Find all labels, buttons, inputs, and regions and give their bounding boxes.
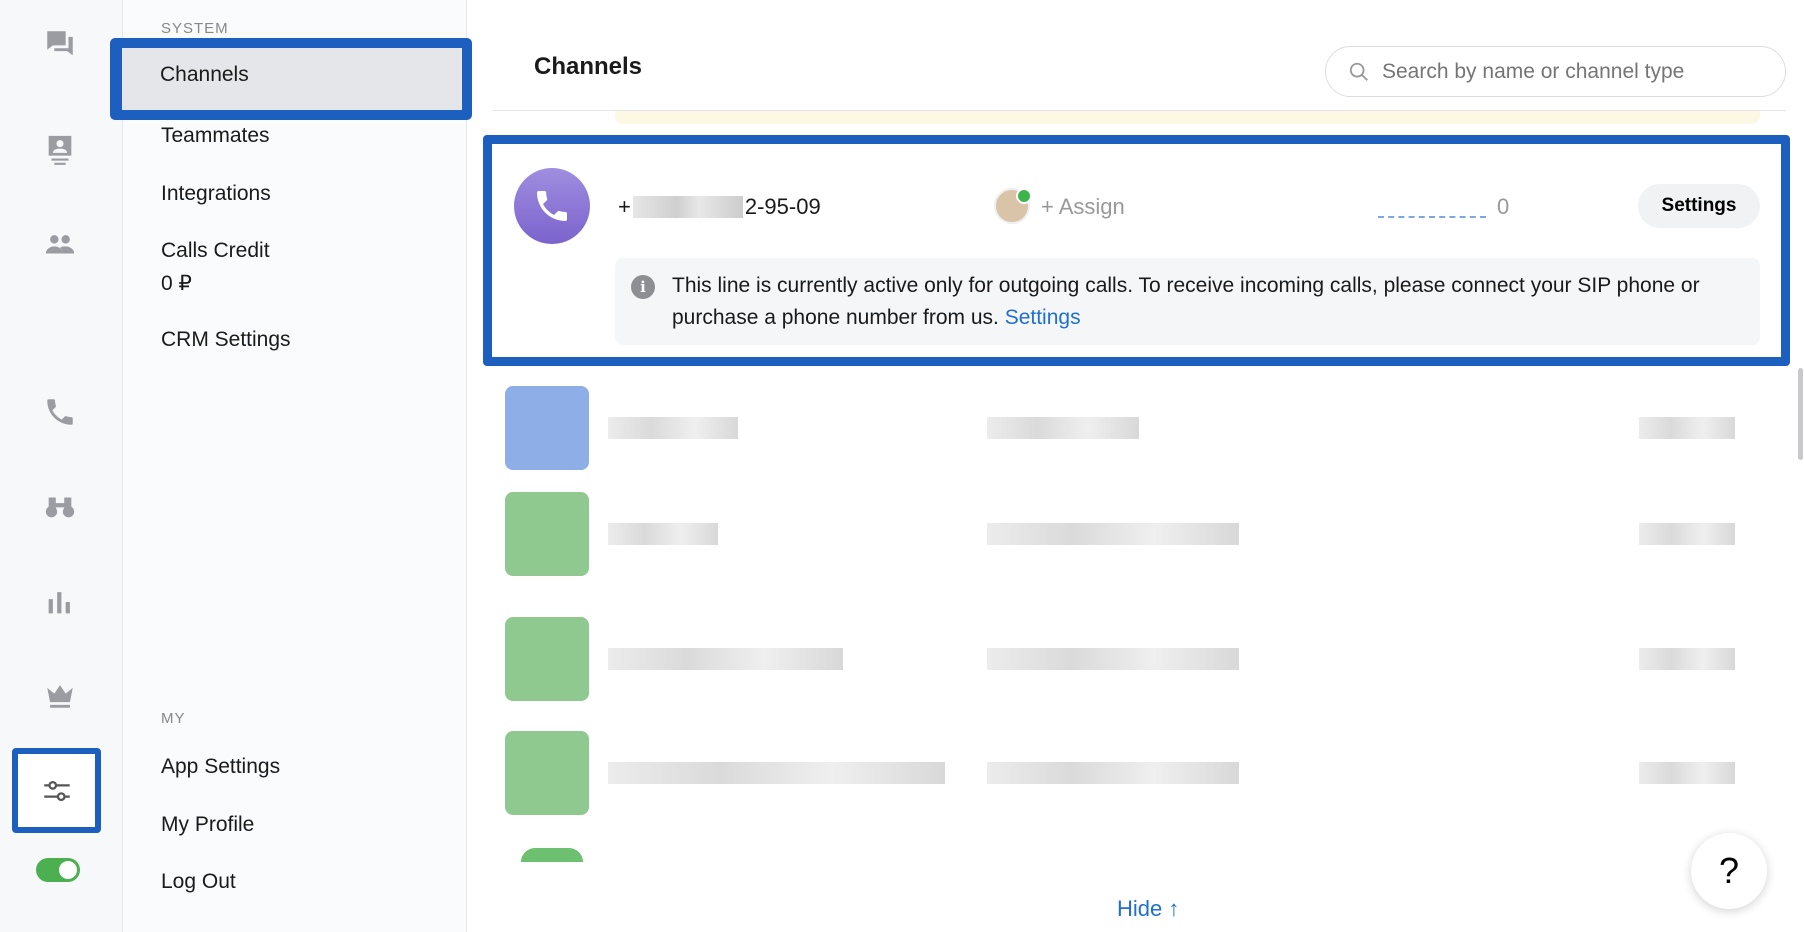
list-item[interactable] — [505, 492, 1760, 576]
sidebar-item-calls-credit[interactable]: Calls Credit — [161, 239, 270, 263]
info-icon: i — [631, 275, 655, 299]
info-settings-link[interactable]: Settings — [1005, 306, 1081, 329]
status-toggle[interactable] — [36, 858, 80, 882]
redacted — [987, 523, 1239, 545]
notice-strip — [615, 111, 1760, 124]
redacted — [1639, 762, 1735, 784]
sidebar-item-my-profile[interactable]: My Profile — [161, 813, 254, 837]
channel-icon — [505, 617, 589, 701]
assign-button[interactable]: + Assign — [1041, 194, 1125, 220]
phone-channel-avatar — [514, 168, 590, 244]
binoculars-icon[interactable] — [42, 488, 78, 524]
phone-icon[interactable] — [42, 394, 78, 430]
channel-number: +2-95-09 — [618, 194, 821, 220]
list-item[interactable] — [505, 731, 1760, 815]
redacted — [1639, 648, 1735, 670]
channel-icon — [505, 492, 589, 576]
chat-icon[interactable] — [42, 26, 78, 62]
channel-icon — [505, 386, 589, 470]
sidebar-item-app-settings[interactable]: App Settings — [161, 755, 280, 779]
settings-sliders-icon — [43, 780, 70, 801]
scrollbar[interactable] — [1798, 368, 1803, 460]
sidebar-item-channels-label: Channels — [122, 48, 462, 110]
phone-icon — [537, 191, 567, 221]
list-item[interactable] — [505, 617, 1760, 701]
crown-icon[interactable] — [42, 677, 78, 713]
contacts-icon[interactable] — [42, 132, 78, 168]
search-icon — [1349, 62, 1368, 81]
redacted — [608, 417, 738, 439]
search-box[interactable] — [1325, 46, 1786, 97]
help-button[interactable]: ? — [1691, 833, 1767, 909]
settings-sidebar: SYSTEM Teammates Integrations Calls Cred… — [123, 0, 467, 932]
icon-rail — [0, 0, 123, 932]
sidebar-item-integrations[interactable]: Integrations — [161, 182, 271, 206]
settings-nav-button[interactable] — [12, 748, 101, 833]
section-label-my: MY — [161, 710, 186, 727]
info-text: This line is currently active only for o… — [672, 274, 1700, 329]
sidebar-item-log-out[interactable]: Log Out — [161, 870, 236, 894]
section-label-system: SYSTEM — [161, 20, 229, 37]
redacted — [1639, 523, 1735, 545]
channel-icon — [505, 731, 589, 815]
redacted — [608, 648, 843, 670]
redacted — [608, 762, 945, 784]
channel-settings-button[interactable]: Settings — [1638, 184, 1760, 228]
search-input[interactable] — [1382, 59, 1762, 84]
number-prefix: + — [618, 194, 631, 219]
list-item[interactable] — [505, 386, 1760, 470]
redacted-digits — [632, 196, 743, 218]
redacted — [987, 417, 1139, 439]
redacted — [1639, 417, 1735, 439]
number-suffix: 2-95-09 — [744, 194, 821, 219]
calls-credit-value: 0 ₽ — [161, 272, 192, 295]
stats-icon[interactable] — [42, 584, 78, 620]
sidebar-item-teammates[interactable]: Teammates — [161, 124, 270, 148]
sidebar-item-channels[interactable]: Channels — [110, 38, 472, 120]
info-notice: i This line is currently active only for… — [615, 258, 1760, 345]
sidebar-item-crm-settings[interactable]: CRM Settings — [161, 328, 291, 352]
assignee-avatar — [994, 188, 1032, 224]
redacted — [987, 648, 1239, 670]
redacted — [987, 762, 1239, 784]
editable-field-placeholder[interactable] — [1378, 216, 1486, 218]
channel-count: 0 — [1497, 194, 1510, 219]
hide-link[interactable]: Hide ↑ — [1117, 896, 1179, 922]
page-title: Channels — [534, 53, 643, 80]
team-icon[interactable] — [42, 227, 78, 263]
redacted — [608, 523, 718, 545]
channel-icon — [521, 848, 583, 862]
